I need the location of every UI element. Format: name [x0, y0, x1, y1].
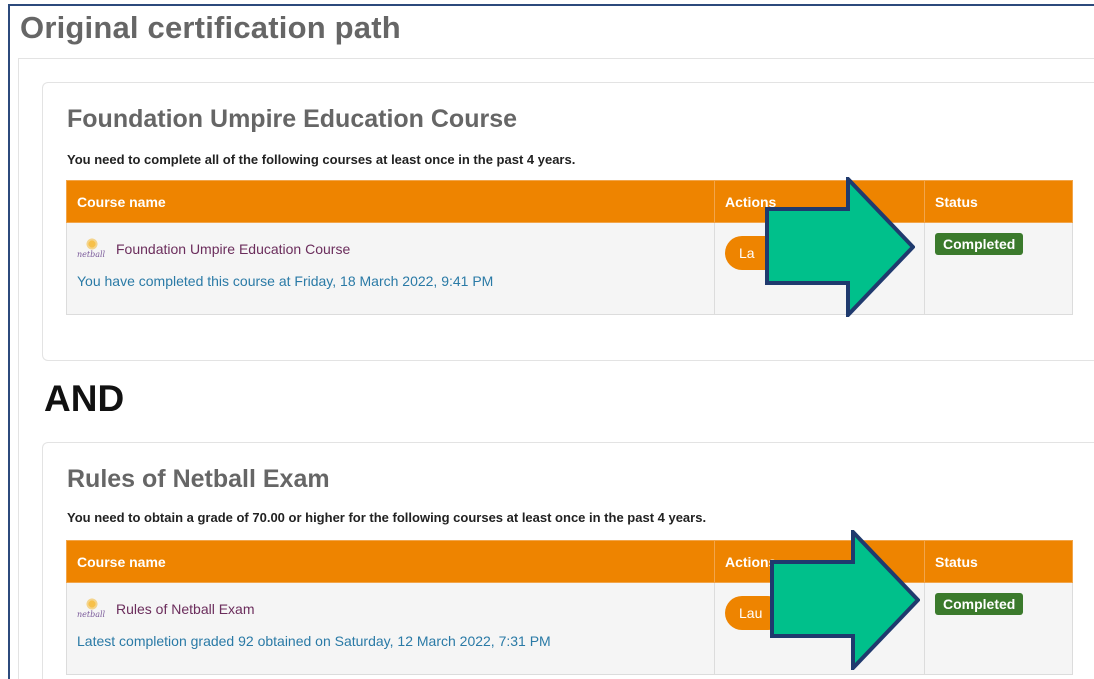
status-cell: Completed — [924, 582, 1073, 675]
course-set-requirement: You need to complete all of the followin… — [67, 152, 576, 167]
column-header-course-name: Course name — [66, 540, 715, 583]
course-name-cell: netball Rules of Netball Exam Latest com… — [66, 582, 715, 675]
course-table: Course name Actions Status netball Rules… — [66, 540, 1073, 675]
course-name-cell: netball Foundation Umpire Education Cour… — [66, 222, 715, 315]
page-title: Original certification path — [20, 10, 401, 45]
netball-logo-icon: netball — [77, 237, 107, 261]
course-set-requirement: You need to obtain a grade of 70.00 or h… — [67, 510, 707, 525]
status-cell: Completed — [924, 222, 1073, 315]
table-row: netball Rules of Netball Exam Latest com… — [66, 582, 1073, 675]
course-link[interactable]: Rules of Netball Exam — [116, 601, 255, 617]
course-set-title: Rules of Netball Exam — [67, 465, 330, 493]
column-header-course-name: Course name — [66, 180, 715, 223]
table-header-row: Course name Actions Status — [66, 180, 1073, 223]
completion-detail: You have completed this course at Friday… — [77, 273, 494, 289]
status-badge: Completed — [935, 233, 1024, 255]
table-row: netball Foundation Umpire Education Cour… — [66, 222, 1073, 315]
course-table: Course name Actions Status netball Found… — [66, 180, 1073, 315]
course-set-card-rules-exam: Rules of Netball Exam You need to obtain… — [42, 442, 1094, 679]
course-link[interactable]: Foundation Umpire Education Course — [116, 241, 350, 257]
status-badge: Completed — [935, 593, 1024, 615]
table-header-row: Course name Actions Status — [66, 540, 1073, 583]
column-header-status: Status — [924, 540, 1073, 583]
course-set-title: Foundation Umpire Education Course — [67, 105, 518, 133]
arrow-right-icon — [765, 177, 915, 317]
completion-detail: Latest completion graded 92 obtained on … — [77, 633, 551, 649]
netball-logo-icon: netball — [77, 597, 107, 621]
and-connector: AND — [44, 378, 125, 419]
column-header-status: Status — [924, 180, 1073, 223]
arrow-right-icon — [770, 530, 920, 670]
course-set-card-foundation: Foundation Umpire Education Course You n… — [42, 82, 1094, 361]
